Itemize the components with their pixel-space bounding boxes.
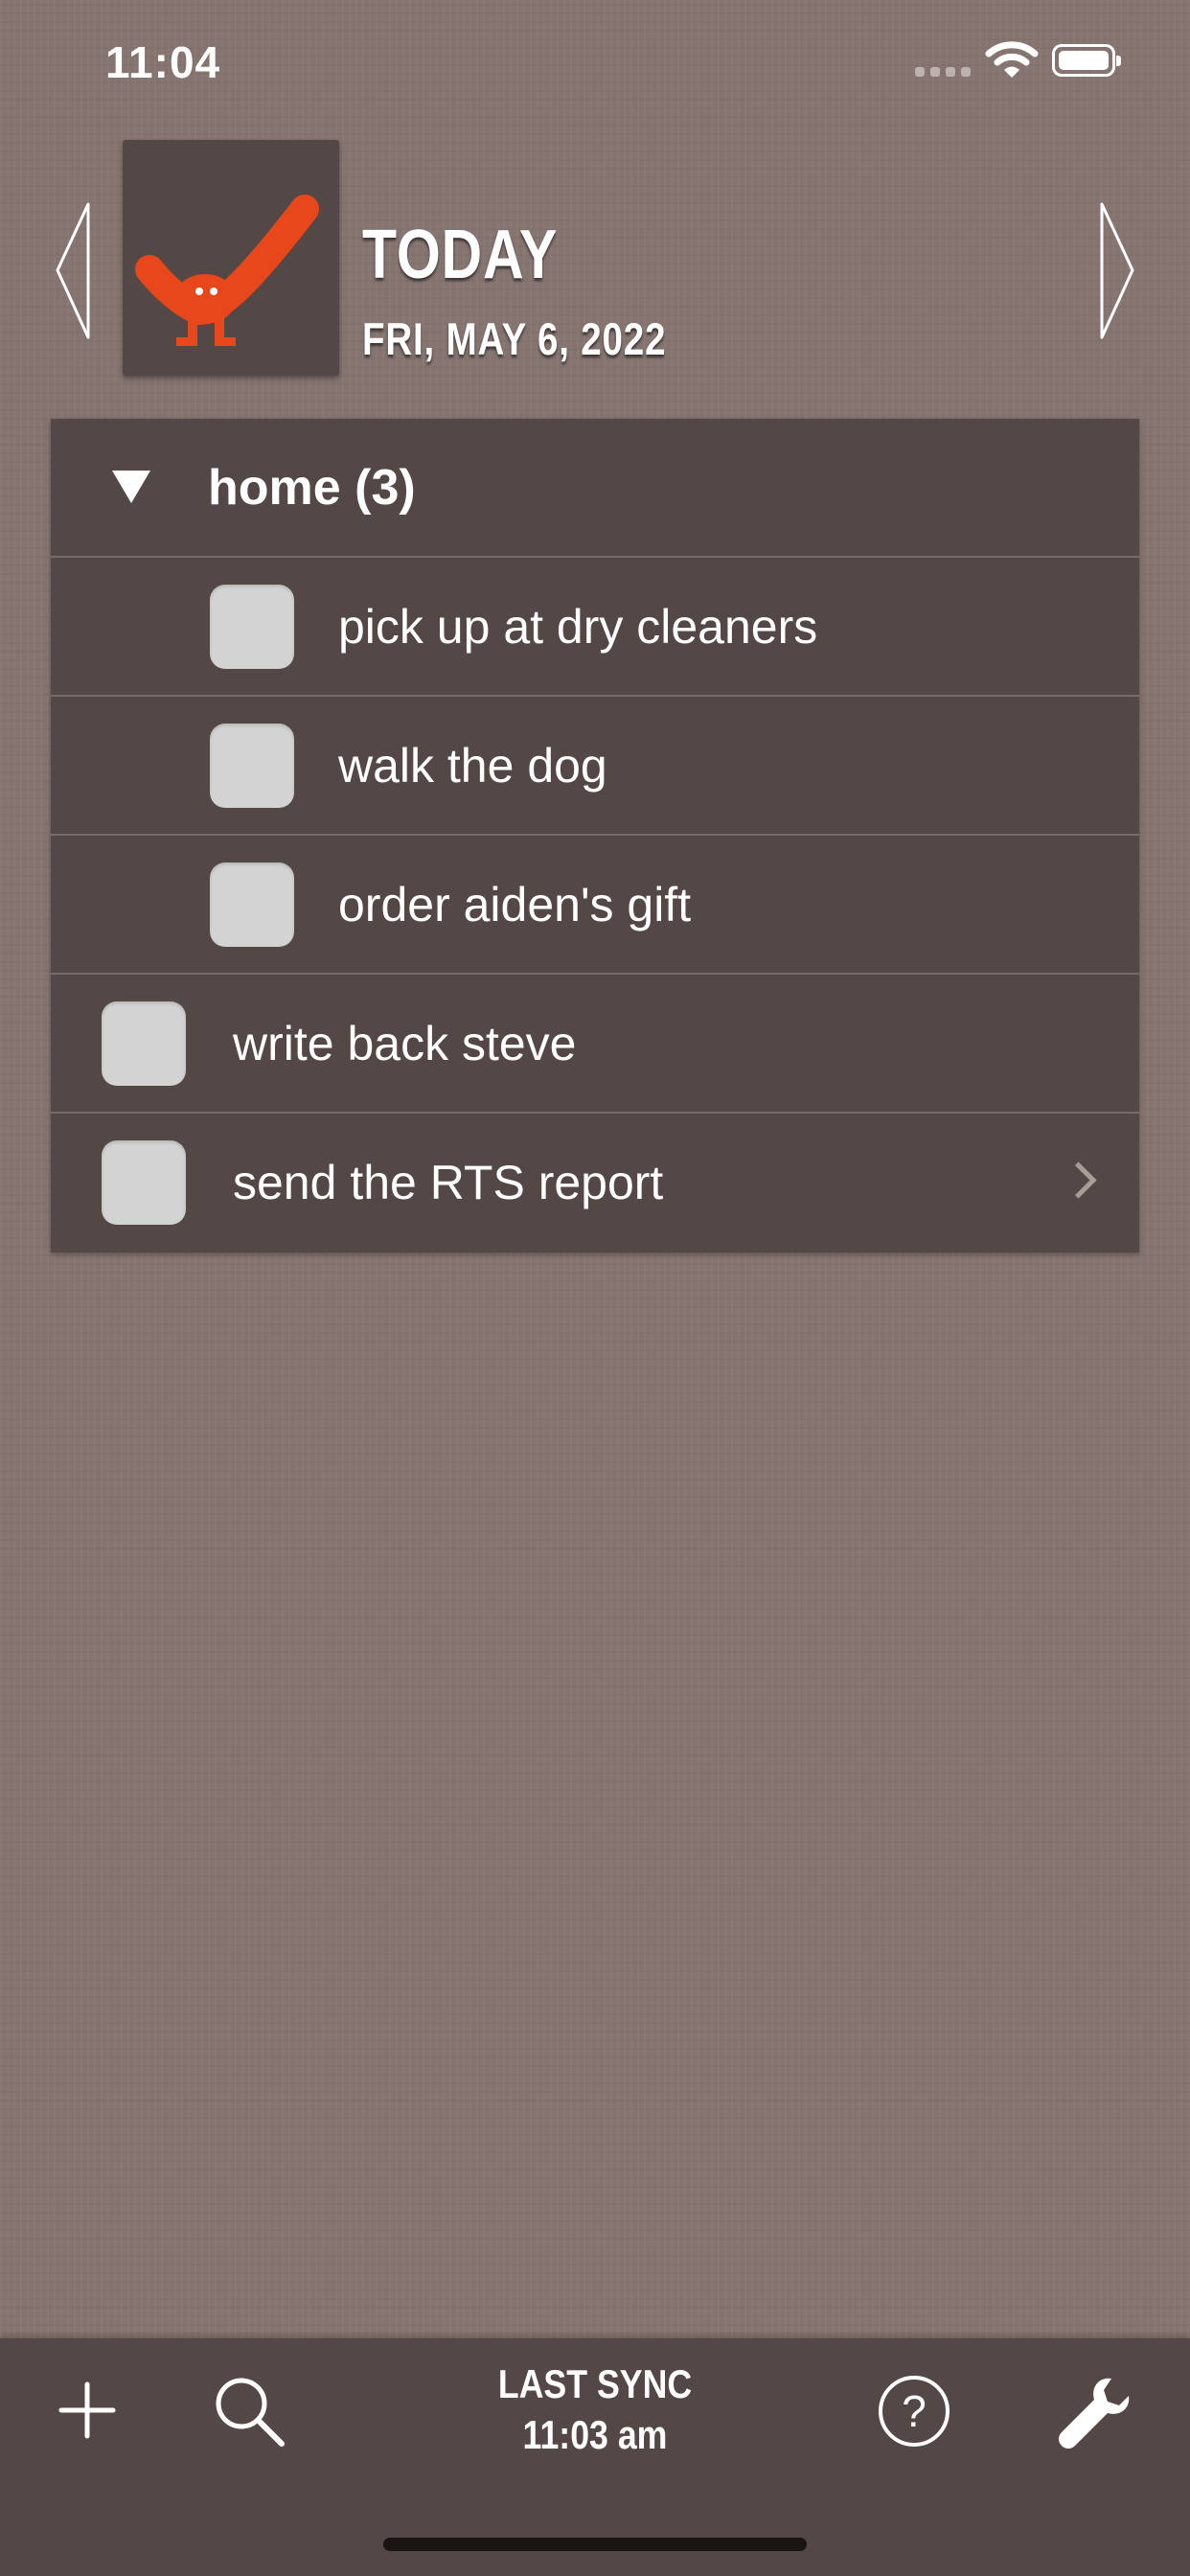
next-day-arrow-icon[interactable] — [1098, 201, 1136, 340]
page-title: TODAY — [362, 217, 559, 293]
help-icon[interactable]: ? — [876, 2373, 952, 2450]
status-time: 11:04 — [105, 37, 221, 87]
group-header-home[interactable]: home (3) — [51, 419, 1139, 558]
task-checkbox[interactable] — [210, 585, 294, 669]
app-logo — [123, 140, 339, 376]
previous-day-arrow-icon[interactable] — [54, 201, 92, 340]
home-indicator[interactable] — [383, 2538, 807, 2551]
task-checkbox[interactable] — [210, 862, 294, 947]
check-mascot-icon — [135, 195, 319, 346]
cellular-signal-icon — [915, 67, 971, 77]
battery-icon — [1052, 44, 1121, 77]
task-checkbox[interactable] — [210, 724, 294, 808]
wrench-icon[interactable] — [1054, 2373, 1134, 2453]
task-list: home (3) pick up at dry cleaners walk th… — [51, 419, 1139, 1253]
task-row[interactable]: write back steve — [51, 975, 1139, 1114]
task-row[interactable]: send the RTS report — [51, 1114, 1139, 1253]
expand-triangle-icon[interactable] — [112, 471, 150, 503]
task-row[interactable]: pick up at dry cleaners — [51, 558, 1139, 697]
task-label: order aiden's gift — [338, 878, 692, 932]
task-row[interactable]: order aiden's gift — [51, 836, 1139, 975]
svg-text:?: ? — [902, 2386, 927, 2436]
task-checkbox[interactable] — [102, 1140, 186, 1225]
page-date: FRI, MAY 6, 2022 — [362, 313, 667, 364]
task-label: pick up at dry cleaners — [338, 600, 818, 654]
task-label: walk the dog — [338, 739, 607, 793]
task-row[interactable]: walk the dog — [51, 697, 1139, 836]
task-label: send the RTS report — [233, 1156, 664, 1209]
task-label: write back steve — [233, 1017, 577, 1070]
status-bar: 11:04 — [0, 0, 1190, 134]
group-label: home (3) — [208, 460, 416, 516]
wifi-icon — [985, 41, 1039, 78]
task-checkbox[interactable] — [102, 1001, 186, 1086]
chevron-right-icon[interactable] — [1060, 1162, 1097, 1199]
